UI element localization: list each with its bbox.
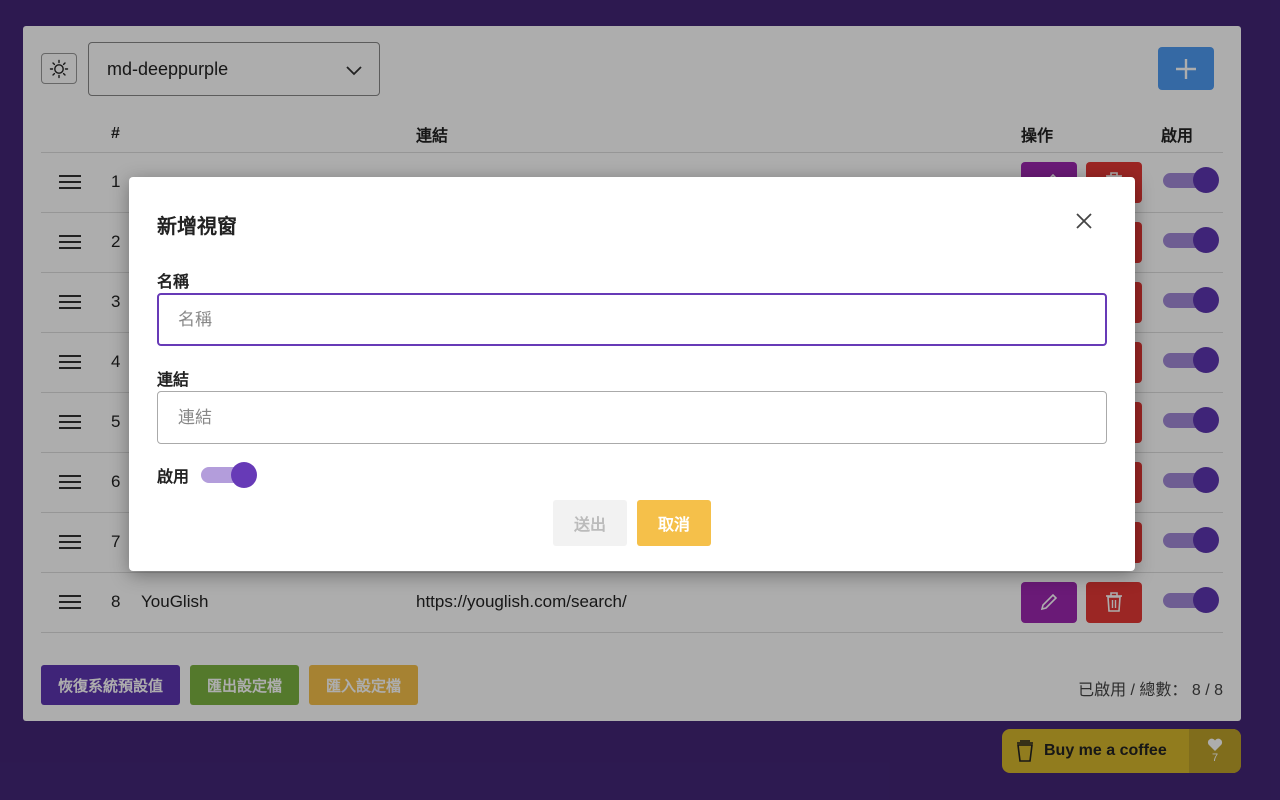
toggle-knob: [231, 462, 258, 488]
link-field-label: 連結: [157, 372, 190, 389]
name-input[interactable]: [157, 293, 1107, 346]
close-icon[interactable]: [1073, 210, 1095, 232]
add-window-dialog: 新增視窗 名稱 連結 啟用 送出 取消: [129, 177, 1135, 571]
cancel-button[interactable]: 取消: [637, 500, 711, 546]
link-input[interactable]: [157, 391, 1107, 444]
dialog-title: 新增視窗: [157, 216, 237, 238]
submit-button[interactable]: 送出: [553, 500, 627, 546]
enabled-toggle[interactable]: [199, 462, 258, 488]
enabled-label: 啟用: [157, 469, 190, 486]
name-field-label: 名稱: [157, 274, 190, 291]
